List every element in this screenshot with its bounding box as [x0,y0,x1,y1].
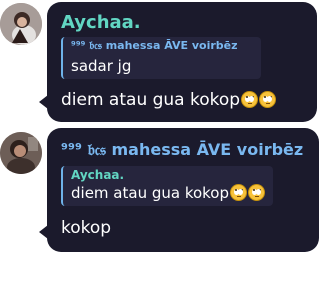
reply-text-content: diem atau gua kokop [71,184,230,203]
rolling-eyes-emoji [241,91,259,108]
reply-sender-name: Aychaa. [71,168,125,182]
reply-quote[interactable]: ⁹⁹⁹ 𝔟𝔠𝔰 mahessa ĀVE voirbēz sadar jg [61,37,261,79]
rolling-eyes-emoji [230,184,248,202]
sender-name[interactable]: ⁹⁹⁹ 𝔟𝔠𝔰 mahessa ĀVE voirbēz [61,140,303,160]
reply-text: sadar jg [71,57,132,76]
reply-quote[interactable]: Aychaa. diem atau gua kokop [61,166,273,206]
message-text: kokop [61,218,112,238]
message-bubble[interactable]: Aychaa. ⁹⁹⁹ 𝔟𝔠𝔰 mahessa ĀVE voirbēz sada… [47,2,317,122]
avatar-mahessa[interactable] [0,132,42,174]
sender-name[interactable]: Aychaa. [61,12,141,33]
message-bubble[interactable]: ⁹⁹⁹ 𝔟𝔠𝔰 mahessa ĀVE voirbēz Aychaa. diem… [47,128,319,252]
message-text-content: diem atau gua kokop [61,90,241,110]
rolling-eyes-emoji [259,91,277,108]
reply-text: diem atau gua kokop [71,182,273,202]
rolling-eyes-emoji [248,184,266,202]
reply-sender-name: ⁹⁹⁹ 𝔟𝔠𝔰 mahessa ĀVE voirbēz [71,39,238,52]
avatar-aychaa[interactable] [0,3,42,45]
message-text: diem atau gua kokop [61,90,277,110]
